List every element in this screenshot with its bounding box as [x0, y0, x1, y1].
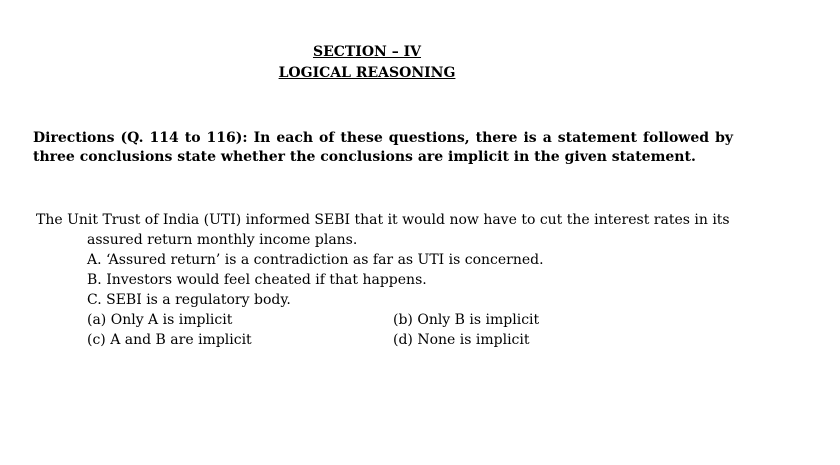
- option-d: (d) None is implicit: [393, 332, 530, 348]
- option-a: (a) Only A is implicit: [87, 312, 233, 328]
- section-header: SECTION – IV LOGICAL REASONING: [0, 42, 734, 84]
- conclusion-b: B. Investors would feel cheated if that …: [87, 272, 427, 288]
- answer-options: (a) Only A is implicit (b) Only B is imp…: [36, 310, 756, 350]
- section-subtitle: LOGICAL REASONING: [278, 65, 456, 81]
- conclusion-a: A. ‘Assured return’ is a contradiction a…: [87, 252, 544, 268]
- option-b: (b) Only B is implicit: [393, 312, 540, 328]
- question-statement: The Unit Trust of India (UTI) informed S…: [36, 212, 730, 248]
- question-block: The Unit Trust of India (UTI) informed S…: [36, 210, 756, 350]
- conclusion-c: C. SEBI is a regulatory body.: [87, 292, 291, 308]
- section-title: SECTION – IV: [312, 44, 422, 60]
- option-c: (c) A and B are implicit: [87, 332, 252, 348]
- directions-text: Directions (Q. 114 to 116): In each of t…: [33, 130, 733, 165]
